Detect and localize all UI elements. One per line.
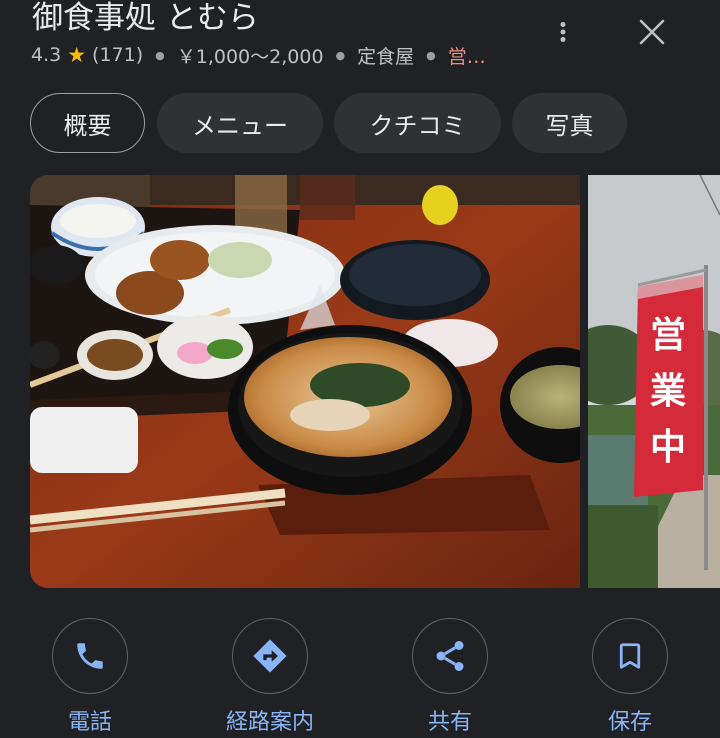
save-circle <box>592 618 668 694</box>
close-icon <box>639 19 665 45</box>
place-meta: 4.3 ★ (171) ● ￥1,000〜2,000 ● 定食屋 ● 営… <box>31 40 486 70</box>
photo-carousel[interactable]: 営 業 中 <box>30 175 720 588</box>
close-button[interactable] <box>628 8 676 56</box>
review-count[interactable]: (171) <box>92 44 143 66</box>
meta-separator: ● <box>155 48 165 62</box>
call-label: 電話 <box>67 710 112 735</box>
share-label: 共有 <box>427 710 472 735</box>
action-bar: 電話 経路案内 共有 保存 <box>0 600 720 735</box>
place-header: 御食事処 とむら 4.3 ★ (171) ● ￥1,000〜2,000 ● 定食… <box>0 0 720 82</box>
save-button[interactable]: 保存 <box>555 618 705 738</box>
more-options-button[interactable] <box>539 8 587 56</box>
share-button[interactable]: 共有 <box>375 618 525 738</box>
tab-reviews[interactable]: クチコミ <box>334 93 501 153</box>
sign-char-1: 営 <box>650 315 686 356</box>
share-icon <box>436 641 464 671</box>
open-sign-image: 営 業 中 <box>588 175 720 588</box>
meta-separator: ● <box>335 48 346 62</box>
save-label: 保存 <box>607 710 652 735</box>
price-range: ￥1,000〜2,000 <box>176 45 324 68</box>
open-status: 営… <box>447 45 486 68</box>
food-photo[interactable] <box>30 175 580 588</box>
directions-label: 経路案内 <box>225 710 314 735</box>
directions-icon <box>253 639 287 673</box>
tab-photos[interactable]: 写真 <box>512 93 627 153</box>
sign-char-3: 中 <box>650 427 686 468</box>
directions-button[interactable]: 経路案内 <box>195 618 345 738</box>
meta-separator: ● <box>426 48 436 62</box>
share-circle <box>412 618 488 694</box>
tab-menu[interactable]: メニュー <box>157 93 323 153</box>
katsudon-set-image <box>30 175 580 588</box>
place-title: 御食事処 とむら <box>32 0 259 36</box>
tab-overview[interactable]: 概要 <box>30 93 145 153</box>
place-category: 定食屋 <box>357 45 415 68</box>
bookmark-icon <box>619 643 641 669</box>
phone-icon <box>77 643 103 669</box>
call-button[interactable]: 電話 <box>15 618 165 738</box>
more-vert-icon <box>560 22 566 42</box>
storefront-photo[interactable]: 営 業 中 <box>588 175 720 588</box>
sign-char-2: 業 <box>650 371 686 412</box>
call-circle <box>52 618 128 694</box>
star-icon: ★ <box>67 43 87 67</box>
rating-value: 4.3 <box>31 44 62 66</box>
directions-circle <box>232 618 308 694</box>
